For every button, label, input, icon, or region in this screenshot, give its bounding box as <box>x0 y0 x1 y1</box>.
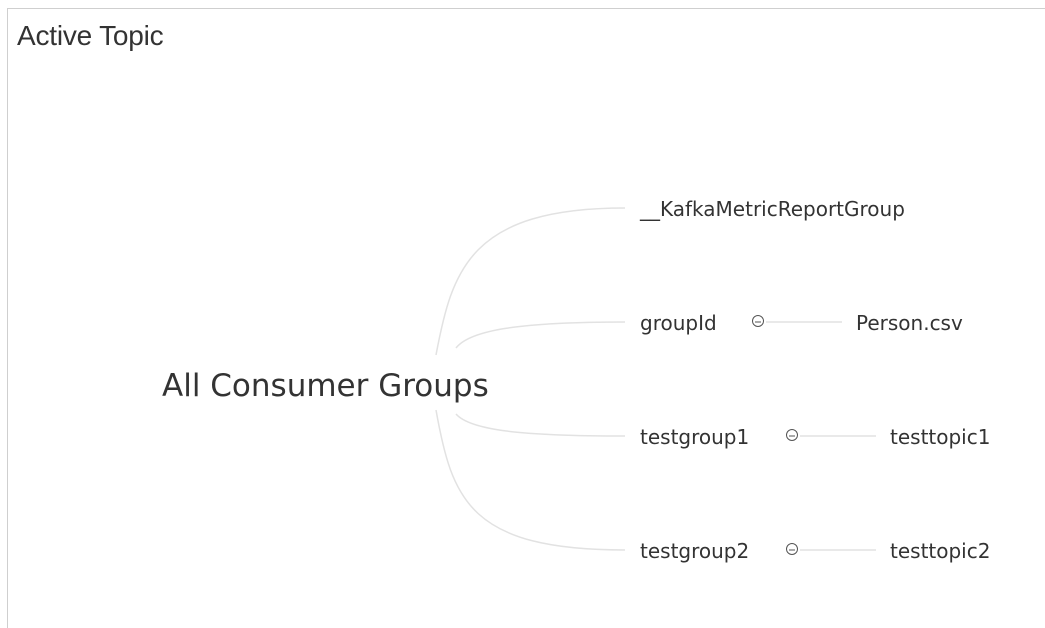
topic-node-testtopic2[interactable]: testtopic2 <box>890 539 990 563</box>
collapse-toggle-icon[interactable] <box>786 429 798 441</box>
group-node-groupid[interactable]: groupId <box>640 311 764 335</box>
collapse-toggle-icon[interactable] <box>752 315 764 327</box>
group-node-testgroup1[interactable]: testgroup1 <box>640 425 798 449</box>
group-node-label[interactable]: testgroup1 <box>640 425 749 449</box>
link-root-group-2 <box>455 413 626 437</box>
collapse-toggle-icon[interactable] <box>786 543 798 555</box>
group-node-testgroup2[interactable]: testgroup2 <box>640 539 798 563</box>
tree-links <box>435 207 876 551</box>
group-node-label[interactable]: __KafkaMetricReportGroup <box>639 197 905 221</box>
topic-node-label[interactable]: testtopic1 <box>890 425 990 449</box>
topic-node-person-csv[interactable]: Person.csv <box>856 311 963 335</box>
consumer-group-tree: All Consumer Groups __KafkaMetricReportG… <box>162 197 990 563</box>
group-node-label[interactable]: testgroup2 <box>640 539 749 563</box>
root-node-label[interactable]: All Consumer Groups <box>162 368 489 404</box>
topic-node-testtopic1[interactable]: testtopic1 <box>890 425 990 449</box>
topic-node-label[interactable]: Person.csv <box>856 311 963 335</box>
link-root-group-1 <box>455 321 626 349</box>
link-root-group-0 <box>435 207 626 356</box>
group-node-label[interactable]: groupId <box>640 311 717 335</box>
topic-node-label[interactable]: testtopic2 <box>890 539 990 563</box>
link-root-group-3 <box>435 409 626 551</box>
group-node-kafkametricreportgroup[interactable]: __KafkaMetricReportGroup <box>639 197 905 221</box>
